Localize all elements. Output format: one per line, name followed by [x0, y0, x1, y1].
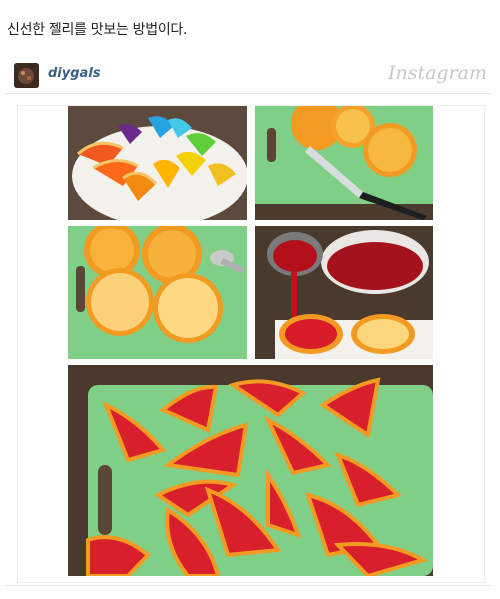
photo-oranges-with-knife — [255, 106, 433, 220]
username-link[interactable]: diygals — [48, 66, 101, 81]
photo-jelly-pouring — [255, 226, 433, 359]
photo-rainbow-jelly-wedges — [68, 106, 247, 220]
post-caption: 신선한 젤리를 맛보는 방법이다. — [7, 22, 188, 38]
instagram-card: diygals Instagram — [5, 57, 491, 590]
photo-oranges-scooped — [68, 226, 247, 359]
photo-red-jelly-wedges — [68, 365, 433, 576]
card-header: diygals Instagram — [5, 57, 491, 94]
instagram-logo: Instagram — [387, 62, 487, 84]
card-divider — [5, 585, 491, 586]
avatar[interactable] — [14, 63, 39, 88]
photo-collage — [17, 105, 485, 583]
